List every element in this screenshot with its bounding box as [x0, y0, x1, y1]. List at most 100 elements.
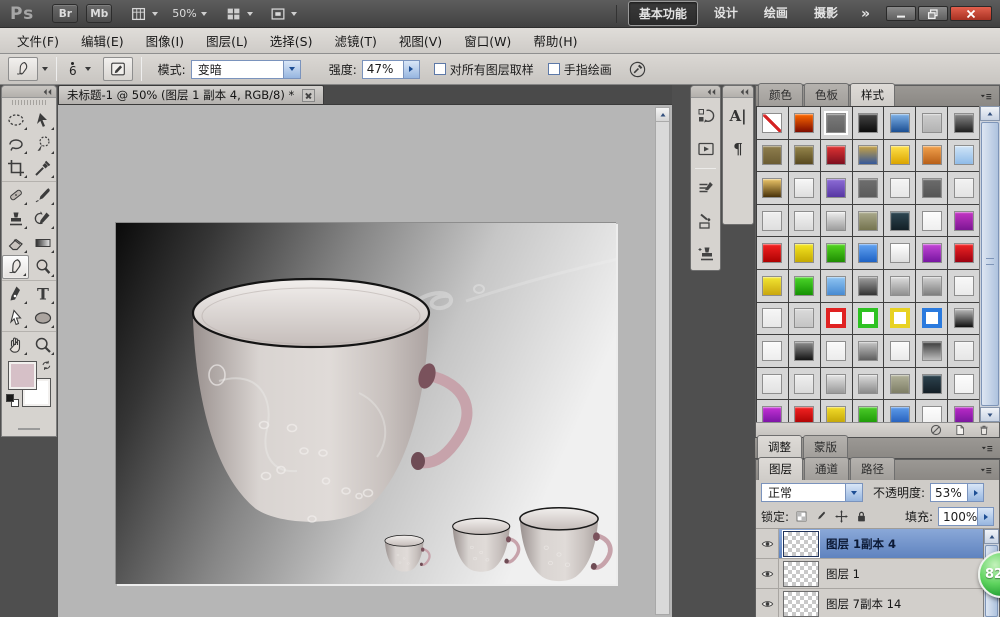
close-button[interactable] [950, 6, 992, 21]
tab-色板[interactable]: 色板 [804, 83, 849, 106]
lasso-tool[interactable] [2, 132, 29, 156]
workspace-tab[interactable]: 摄影 [804, 1, 848, 26]
style-swatch[interactable] [821, 205, 852, 237]
style-swatch[interactable] [948, 237, 979, 269]
style-swatch[interactable] [948, 140, 979, 172]
style-swatch[interactable] [948, 205, 979, 237]
style-swatch[interactable] [757, 140, 788, 172]
foreground-color-swatch[interactable] [9, 362, 36, 389]
style-swatch[interactable] [757, 368, 788, 400]
default-colors-icon[interactable] [6, 394, 19, 407]
panel-menu-icon[interactable] [978, 442, 996, 456]
elliptical-marquee-tool[interactable] [2, 108, 29, 132]
delete-style-button[interactable] [977, 423, 991, 437]
actions-panel-button[interactable] [691, 134, 720, 164]
workspace-tab[interactable]: 基本功能 [628, 1, 698, 26]
document-close-icon[interactable] [302, 89, 315, 102]
layer-row-body[interactable]: 图层 1 [779, 559, 999, 588]
style-swatch[interactable] [884, 270, 915, 302]
swap-colors-icon[interactable] [40, 359, 55, 374]
scroll-up-icon[interactable] [656, 108, 669, 122]
arrange-documents-button[interactable] [225, 5, 253, 23]
scroll-up-icon[interactable] [980, 106, 1000, 121]
eyedropper-tool[interactable] [29, 156, 56, 180]
layer-row[interactable]: 图层 1副本 4 [756, 529, 999, 559]
menu-item[interactable]: 图像(I) [135, 27, 195, 54]
lock-all-icon[interactable] [854, 509, 869, 524]
zoom-level-control[interactable]: 50% [172, 7, 206, 20]
style-swatch[interactable] [916, 368, 947, 400]
style-swatch[interactable] [916, 172, 947, 204]
strength-value[interactable]: 47% [362, 60, 404, 79]
tool-presets-panel-button[interactable] [691, 206, 720, 236]
tab-图层[interactable]: 图层 [758, 457, 803, 480]
style-swatch[interactable] [821, 172, 852, 204]
gradient-tool[interactable] [29, 231, 56, 255]
style-swatch[interactable] [821, 107, 852, 139]
layer-row-body[interactable]: 图层 1副本 4 [779, 529, 999, 558]
style-swatch[interactable] [789, 205, 820, 237]
styles-scrollbar[interactable] [979, 106, 1000, 422]
menu-item[interactable]: 图层(L) [195, 27, 259, 54]
tool-preset-dropdown-arrow[interactable] [42, 67, 48, 71]
layer-visibility-toggle[interactable] [756, 559, 779, 588]
style-swatch[interactable] [757, 270, 788, 302]
fill-slider-button[interactable] [978, 507, 994, 526]
style-swatch[interactable] [821, 140, 852, 172]
new-style-button[interactable] [953, 423, 967, 437]
tab-调整[interactable]: 调整 [757, 435, 802, 458]
style-swatch[interactable] [757, 172, 788, 204]
layer-visibility-toggle[interactable] [756, 529, 779, 558]
toggle-brush-panel-button[interactable] [103, 57, 133, 81]
style-swatch[interactable] [757, 205, 788, 237]
style-swatch[interactable] [884, 303, 915, 335]
workspace-tab[interactable]: 绘画 [754, 1, 798, 26]
menu-item[interactable]: 选择(S) [259, 27, 324, 54]
style-swatch[interactable] [757, 303, 788, 335]
style-swatch[interactable] [916, 107, 947, 139]
history-panel-button[interactable] [691, 101, 720, 131]
opacity-value[interactable]: 53% [930, 483, 968, 502]
opacity-slider-button[interactable] [968, 483, 984, 502]
style-swatch[interactable] [853, 107, 884, 139]
style-swatch[interactable] [948, 335, 979, 367]
tab-通道[interactable]: 通道 [804, 457, 849, 480]
style-swatch[interactable] [916, 270, 947, 302]
style-swatch[interactable] [789, 368, 820, 400]
style-swatch[interactable] [884, 335, 915, 367]
direct-select-tool[interactable] [2, 306, 29, 330]
layer-visibility-toggle[interactable] [756, 589, 779, 617]
style-swatch[interactable] [757, 335, 788, 367]
style-swatch[interactable] [916, 237, 947, 269]
blend-mode-dropdown-button[interactable] [283, 61, 300, 78]
style-swatch[interactable] [948, 303, 979, 335]
style-swatch[interactable] [916, 303, 947, 335]
panel-menu-icon[interactable] [977, 90, 995, 104]
layer-row[interactable]: 图层 7副本 14 [756, 589, 999, 617]
style-swatch[interactable] [789, 107, 820, 139]
tab-蒙版[interactable]: 蒙版 [803, 435, 848, 458]
checkbox-box[interactable] [434, 63, 446, 75]
brush-preset-dropdown-arrow[interactable] [85, 67, 91, 71]
quick-select-tool[interactable] [29, 132, 56, 156]
style-swatch[interactable] [884, 172, 915, 204]
style-swatch[interactable] [821, 335, 852, 367]
strength-field[interactable]: 47% [362, 60, 420, 79]
menu-item[interactable]: 编辑(E) [70, 27, 135, 54]
character-panel-button[interactable]: A| [723, 101, 753, 131]
hand-tool[interactable] [2, 333, 29, 357]
tab-路径[interactable]: 路径 [850, 457, 895, 480]
strip-collapse-bar[interactable] [691, 86, 720, 98]
screen-mode-button[interactable] [269, 5, 297, 23]
layer-row-body[interactable]: 图层 7副本 14 [779, 589, 999, 617]
layers-blend-mode-select[interactable]: 正常 [761, 483, 863, 502]
clone-source-panel-button[interactable] [691, 239, 720, 269]
tools-collapse-bar[interactable] [2, 86, 56, 98]
blend-mode-select[interactable]: 变暗 [191, 60, 301, 79]
tab-样式[interactable]: 样式 [850, 83, 895, 106]
brushes-panel-button[interactable] [691, 173, 720, 203]
scroll-up-icon[interactable] [984, 529, 999, 544]
layer-thumbnail[interactable] [783, 531, 819, 557]
menu-item[interactable]: 帮助(H) [522, 27, 588, 54]
style-swatch[interactable] [853, 335, 884, 367]
